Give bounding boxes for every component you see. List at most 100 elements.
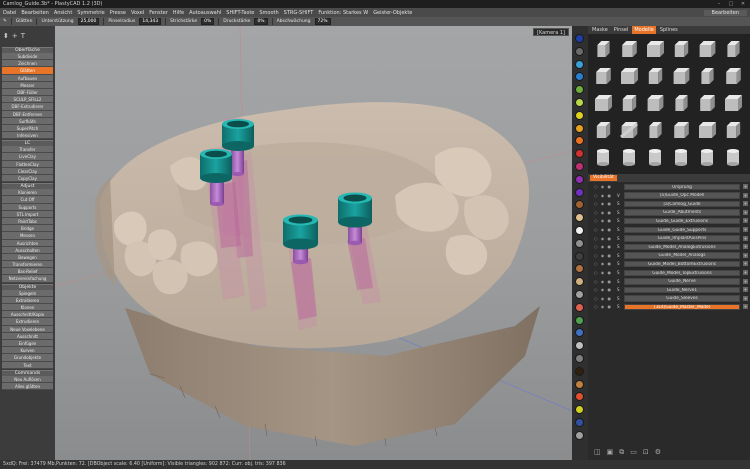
layer-mode[interactable]: S <box>617 200 621 208</box>
model-primitive[interactable] <box>592 65 614 87</box>
layer-name[interactable]: Guide_Model_Analogs <box>624 252 740 259</box>
layer-options-icon[interactable]: + <box>743 201 748 207</box>
settings-icon[interactable]: ⚙ <box>655 448 661 460</box>
color-swatch[interactable] <box>575 187 584 197</box>
layer-visibility-icon[interactable]: ○ ◉ ● <box>594 252 612 260</box>
layer-visibility-icon[interactable]: ○ ◉ ● <box>594 192 612 200</box>
tool-button[interactable]: Supports <box>2 203 53 211</box>
model-primitive[interactable] <box>696 146 718 168</box>
stroke-field[interactable]: 0% <box>201 18 215 25</box>
model-primitive[interactable] <box>592 92 614 114</box>
menu-item[interactable]: STRG-SHIFT <box>284 10 314 16</box>
tool-button[interactable]: Cut Off <box>2 196 53 204</box>
layer-visibility-icon[interactable]: ○ ◉ ● <box>594 235 612 243</box>
tool-button[interactable]: Ausschnitt <box>2 332 53 340</box>
layer-mode[interactable]: S <box>617 278 621 286</box>
color-swatch[interactable] <box>575 72 584 82</box>
layer-mode[interactable]: S <box>617 269 621 277</box>
tab[interactable]: Pinsel <box>612 26 631 34</box>
model-primitive[interactable] <box>618 92 640 114</box>
menu-item[interactable]: Bearbeiten <box>703 9 747 16</box>
tool-button[interactable]: Text <box>2 361 53 369</box>
layer-name[interactable]: Guide_Model_TopExtrusions <box>624 269 740 276</box>
layer-name[interactable]: Guide_Guide_Extrusions <box>624 217 740 225</box>
layer-options-icon[interactable]: + <box>743 270 748 275</box>
layer-visibility-icon[interactable]: ○ ◉ ● <box>594 303 612 311</box>
layer-row[interactable]: ○ ◉ ● S Guide_Abutments + <box>590 209 748 217</box>
layer-mode[interactable]: S <box>617 209 621 217</box>
layer-row[interactable]: ○ ◉ ● S Guide_ImplantAxisPins + <box>590 235 748 243</box>
color-swatch[interactable] <box>575 162 584 171</box>
tool-button[interactable]: Extrahieren <box>2 296 53 304</box>
layer-options-icon[interactable]: + <box>743 184 748 189</box>
model-primitive[interactable] <box>592 146 614 168</box>
close-icon[interactable]: ✕ <box>738 0 748 8</box>
color-swatch[interactable] <box>575 392 584 402</box>
merge-layer-icon[interactable]: ⧉ <box>619 448 624 460</box>
color-swatch[interactable] <box>575 354 584 363</box>
layer-options-icon[interactable]: + <box>743 278 748 284</box>
layer-name[interactable]: Guide_Nerve1 <box>624 286 740 294</box>
layer-visibility-icon[interactable]: ○ ◉ ● <box>594 286 612 294</box>
menu-item[interactable]: Funktion: Starkes W <box>318 10 368 16</box>
tool-button[interactable]: FlattenClay <box>2 160 53 168</box>
model-primitive[interactable] <box>722 146 744 168</box>
layer-options-icon[interactable]: + <box>743 252 748 258</box>
layer-name[interactable]: Guide_Guide_Supports <box>624 226 740 233</box>
tool-button[interactable]: Messen <box>2 232 53 240</box>
color-swatch[interactable] <box>575 418 584 427</box>
layer-name[interactable]: Guide_Model_BottomExtrusions <box>624 260 740 268</box>
layer-row[interactable]: ○ ◉ ● S [3L4]Guide_Master_Model + <box>590 303 748 311</box>
text-tool-icon[interactable]: T <box>21 32 25 40</box>
layer-name[interactable]: Guide_ImplantAxisPins <box>624 235 740 242</box>
menu-item[interactable]: Ansicht <box>54 10 72 16</box>
model-primitive[interactable] <box>644 38 666 60</box>
model-primitive[interactable] <box>722 92 744 114</box>
tool-button[interactable]: LiveClay <box>2 153 53 161</box>
tool-button[interactable]: Aufbauen <box>2 74 53 82</box>
model-primitive[interactable] <box>670 146 692 168</box>
color-swatch[interactable] <box>575 264 584 274</box>
tool-button[interactable]: Ausrichten <box>2 239 53 247</box>
color-swatch[interactable] <box>575 328 584 338</box>
tool-button[interactable]: Subdivide <box>2 53 53 61</box>
layer-name[interactable]: Guide_Sleeves <box>624 295 740 302</box>
tool-button[interactable]: DBF-Entfernen <box>2 110 53 118</box>
pin-icon[interactable]: ⬍ <box>3 32 9 40</box>
model-primitive[interactable] <box>618 65 640 87</box>
layer-visibility-icon[interactable]: ○ ◉ ● <box>594 278 612 286</box>
tool-button[interactable]: Einfügen <box>2 339 53 348</box>
model-primitive[interactable] <box>696 119 718 141</box>
color-swatch[interactable] <box>575 174 584 184</box>
model-primitive[interactable] <box>618 38 640 60</box>
color-swatch[interactable] <box>575 290 584 299</box>
layer-row[interactable]: ○ ◉ ● V [a]Guide_Opc Modell + <box>590 192 748 200</box>
color-swatch[interactable] <box>575 34 584 43</box>
layer-options-icon[interactable]: + <box>743 227 748 232</box>
layer-mode[interactable]: V <box>617 192 621 200</box>
model-primitive[interactable] <box>592 119 614 141</box>
layer-visibility-icon[interactable]: ○ ◉ ● <box>594 295 612 303</box>
layer-name[interactable]: Guide_Nerve <box>624 278 740 285</box>
color-swatch[interactable] <box>575 379 584 389</box>
layer-options-icon[interactable]: + <box>743 261 748 267</box>
tool-button[interactable]: Grundobjekte <box>2 354 53 362</box>
model-primitive[interactable] <box>722 38 744 60</box>
tool-button[interactable]: Transfer <box>2 146 53 154</box>
tool-button[interactable]: Extrudieren <box>2 318 53 326</box>
tool-button[interactable]: Klonen <box>2 304 53 312</box>
layer-visibility-icon[interactable]: ○ ◉ ● <box>594 226 612 234</box>
tool-button[interactable]: Glätten <box>2 67 53 75</box>
layer-visibility-icon[interactable]: ○ ◉ ● <box>594 209 612 217</box>
model-primitive[interactable] <box>696 92 718 114</box>
layer-row[interactable]: ○ ◉ ● S Guide_Nerve1 + <box>590 286 748 294</box>
folder-icon[interactable]: ▭ <box>630 448 637 460</box>
tool-button[interactable]: Transformieren <box>2 261 53 269</box>
layer-visibility-icon[interactable]: ○ ◉ ● <box>594 269 612 277</box>
layer-options-icon[interactable]: + <box>743 218 748 224</box>
tool-button[interactable]: Spiegeln <box>2 289 53 297</box>
color-swatch[interactable] <box>575 136 584 146</box>
color-swatch[interactable] <box>575 123 584 133</box>
falloff-field[interactable]: 72% <box>314 18 331 25</box>
color-swatch[interactable] <box>575 277 584 287</box>
